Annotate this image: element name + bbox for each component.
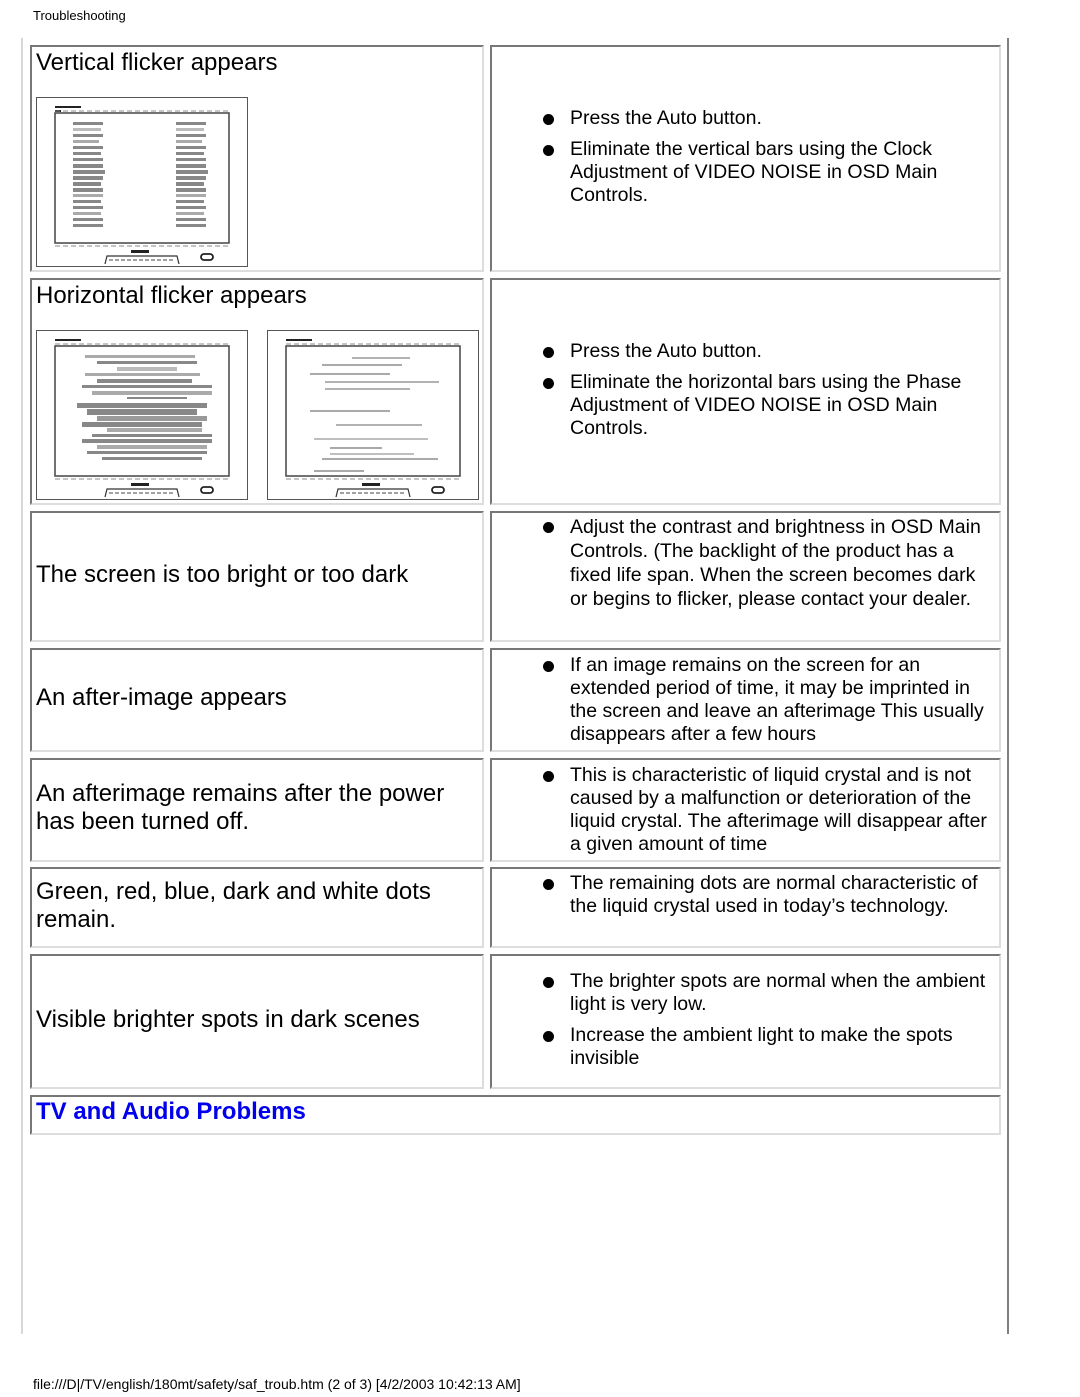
right-border-rule [1007, 38, 1009, 1334]
solution-item: Eliminate the vertical bars using the Cl… [492, 138, 999, 207]
solution-list: Press the Auto button. Eliminate the hor… [492, 340, 999, 448]
bullet-icon [543, 977, 554, 988]
page-header-title: Troubleshooting [33, 8, 126, 23]
problem-title: Horizontal flicker appears [36, 282, 307, 309]
solution-item: Adjust the contrast and brightness in OS… [492, 515, 999, 611]
section-heading-cell: TV and Audio Problems [30, 1095, 1001, 1135]
monitor-horizontal-flicker-image [36, 330, 248, 500]
left-border-rule [21, 38, 23, 1334]
problem-cell-colored-dots: Green, red, blue, dark and white dots re… [30, 867, 484, 948]
bullet-icon [543, 114, 554, 125]
problem-title: Green, red, blue, dark and white dots re… [36, 878, 431, 933]
solution-list: Adjust the contrast and brightness in OS… [492, 515, 999, 619]
solution-cell-afterimage-power-off: This is characteristic of liquid crystal… [490, 758, 1001, 862]
solution-list: If an image remains on the screen for an… [492, 654, 999, 754]
solution-cell-brightness: Adjust the contrast and brightness in OS… [490, 511, 1001, 642]
problem-cell-bright-spots: Visible brighter spots in dark scenes [30, 954, 484, 1089]
bullet-icon [543, 347, 554, 358]
monitor-horizontal-flicker-fixed-image [267, 330, 479, 500]
bullet-icon [543, 771, 554, 782]
solution-list: The brighter spots are normal when the a… [492, 970, 999, 1078]
bullet-icon [543, 1031, 554, 1042]
solution-cell-vertical-flicker: Press the Auto button. Eliminate the ver… [490, 45, 1001, 272]
problem-cell-horizontal-flicker: Horizontal flicker appears [30, 278, 484, 505]
problem-title: The screen is too bright or too dark [36, 561, 409, 588]
page-footer-url: file:///D|/TV/english/180mt/safety/saf_t… [33, 1376, 521, 1392]
monitor-vertical-flicker-image [36, 97, 248, 267]
solution-list: The remaining dots are normal characteri… [492, 872, 999, 926]
problem-cell-after-image: An after-image appears [30, 648, 484, 752]
solution-item: The brighter spots are normal when the a… [492, 970, 999, 1016]
solution-item: Eliminate the horizontal bars using the … [492, 371, 999, 440]
solution-cell-bright-spots: The brighter spots are normal when the a… [490, 954, 1001, 1089]
problem-cell-vertical-flicker: Vertical flicker appears [30, 45, 484, 272]
solution-item: Press the Auto button. [492, 340, 999, 363]
bullet-icon [543, 145, 554, 156]
bullet-icon [543, 879, 554, 890]
solution-cell-horizontal-flicker: Press the Auto button. Eliminate the hor… [490, 278, 1001, 505]
problem-title: Vertical flicker appears [36, 49, 278, 76]
problem-title: An afterimage remains after the power ha… [36, 780, 445, 835]
solution-item: Press the Auto button. [492, 107, 999, 130]
problem-title: An after-image appears [36, 684, 287, 711]
problem-cell-brightness: The screen is too bright or too dark [30, 511, 484, 642]
bullet-icon [543, 661, 554, 672]
solution-list: Press the Auto button. Eliminate the ver… [492, 107, 999, 215]
bullet-icon [543, 378, 554, 389]
section-heading-tv-audio[interactable]: TV and Audio Problems [36, 1098, 306, 1126]
solution-item: If an image remains on the screen for an… [492, 654, 999, 746]
solution-item: Increase the ambient light to make the s… [492, 1024, 999, 1070]
solution-item: This is characteristic of liquid crystal… [492, 764, 999, 856]
problem-cell-afterimage-power-off: An afterimage remains after the power ha… [30, 758, 484, 862]
solution-item: The remaining dots are normal characteri… [492, 872, 999, 918]
solution-cell-colored-dots: The remaining dots are normal characteri… [490, 867, 1001, 948]
bullet-icon [543, 522, 554, 533]
solution-cell-after-image: If an image remains on the screen for an… [490, 648, 1001, 752]
solution-list: This is characteristic of liquid crystal… [492, 764, 999, 864]
problem-title: Visible brighter spots in dark scenes [36, 1006, 420, 1033]
